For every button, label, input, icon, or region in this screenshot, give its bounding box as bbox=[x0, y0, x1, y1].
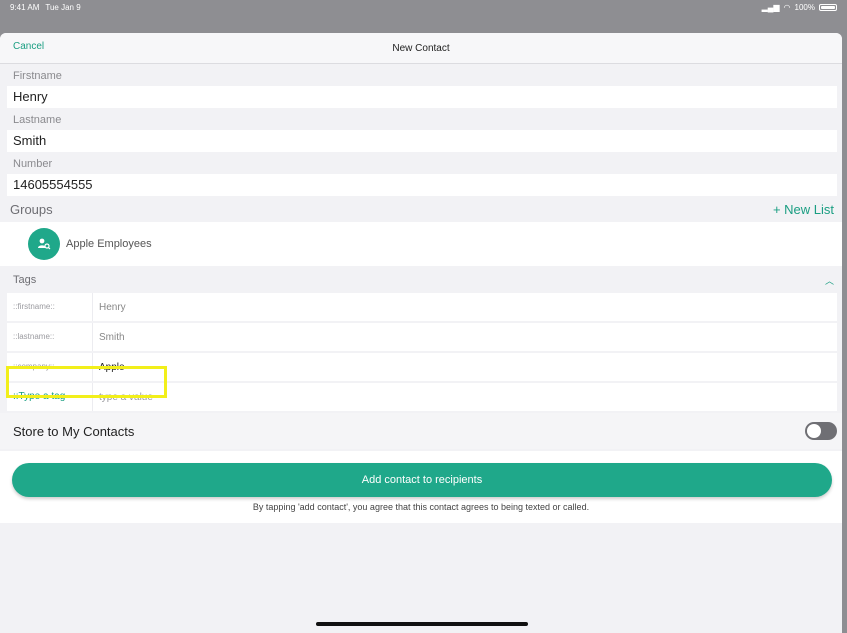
tag-value: Smith bbox=[99, 331, 125, 343]
number-field[interactable] bbox=[7, 174, 837, 196]
add-contact-button[interactable]: Add contact to recipients bbox=[12, 463, 832, 497]
lastname-field[interactable] bbox=[7, 130, 837, 152]
status-right: ▂▄▆ ◠ 100% bbox=[762, 3, 837, 12]
group-name: Apple Employees bbox=[66, 238, 152, 250]
chevron-up-icon[interactable]: ︿ bbox=[825, 274, 834, 287]
store-contacts-toggle[interactable] bbox=[805, 422, 837, 440]
store-contacts-row: Store to My Contacts bbox=[0, 413, 842, 449]
new-contact-sheet: Cancel New Contact Firstname Lastname Nu… bbox=[0, 33, 842, 633]
new-tag-value-input[interactable] bbox=[93, 390, 401, 404]
tags-header: Tags ︿ bbox=[0, 267, 842, 293]
cancel-button[interactable]: Cancel bbox=[13, 41, 44, 52]
firstname-label: Firstname bbox=[13, 70, 62, 82]
battery-icon bbox=[819, 3, 837, 11]
groups-header: Groups + New List bbox=[0, 197, 842, 222]
status-time: 9:41 AM bbox=[10, 2, 40, 12]
number-label: Number bbox=[13, 158, 53, 170]
tag-key: ::lastname:: bbox=[7, 323, 93, 351]
home-indicator bbox=[316, 622, 528, 626]
tag-key: ::firstname:: bbox=[7, 293, 93, 321]
new-tag-key-input[interactable]: ::Type a tag bbox=[7, 383, 93, 411]
firstname-field[interactable] bbox=[7, 86, 837, 108]
screen: 9:41 AM Tue Jan 9 ▂▄▆ ◠ 100% Cancel New … bbox=[0, 0, 847, 633]
status-date: Tue Jan 9 bbox=[45, 2, 81, 12]
action-area: Add contact to recipients By tapping 'ad… bbox=[0, 451, 842, 523]
lastname-label: Lastname bbox=[13, 114, 62, 126]
group-item-apple-employees[interactable]: Apple Employees bbox=[0, 222, 842, 266]
status-bar: 9:41 AM Tue Jan 9 ▂▄▆ ◠ 100% bbox=[0, 0, 847, 14]
tag-row-company[interactable]: ::company:: Apple bbox=[7, 353, 837, 381]
tag-row-lastname[interactable]: ::lastname:: Smith bbox=[7, 323, 837, 351]
store-contacts-label: Store to My Contacts bbox=[13, 423, 135, 439]
tag-key: ::company:: bbox=[7, 353, 93, 381]
groups-title: Groups bbox=[10, 202, 53, 217]
wifi-icon: ◠ bbox=[783, 2, 791, 12]
tag-value: Henry bbox=[99, 301, 126, 313]
tags-title: Tags bbox=[13, 274, 37, 286]
tag-row-new: ::Type a tag bbox=[7, 383, 837, 411]
nav-title: New Contact bbox=[392, 42, 450, 54]
battery-text: 100% bbox=[794, 2, 815, 12]
nav-bar: Cancel New Contact bbox=[0, 33, 842, 64]
disclaimer-text: By tapping 'add contact', you agree that… bbox=[252, 502, 590, 512]
group-search-glyph bbox=[38, 238, 51, 250]
tag-row-firstname[interactable]: ::firstname:: Henry bbox=[7, 293, 837, 321]
signal-icon: ▂▄▆ bbox=[761, 2, 780, 12]
group-search-icon bbox=[28, 228, 60, 260]
status-left: 9:41 AM Tue Jan 9 bbox=[10, 3, 81, 12]
toggle-knob bbox=[807, 424, 821, 438]
tag-value: Apple bbox=[99, 361, 125, 373]
new-list-button[interactable]: + New List bbox=[773, 202, 834, 217]
